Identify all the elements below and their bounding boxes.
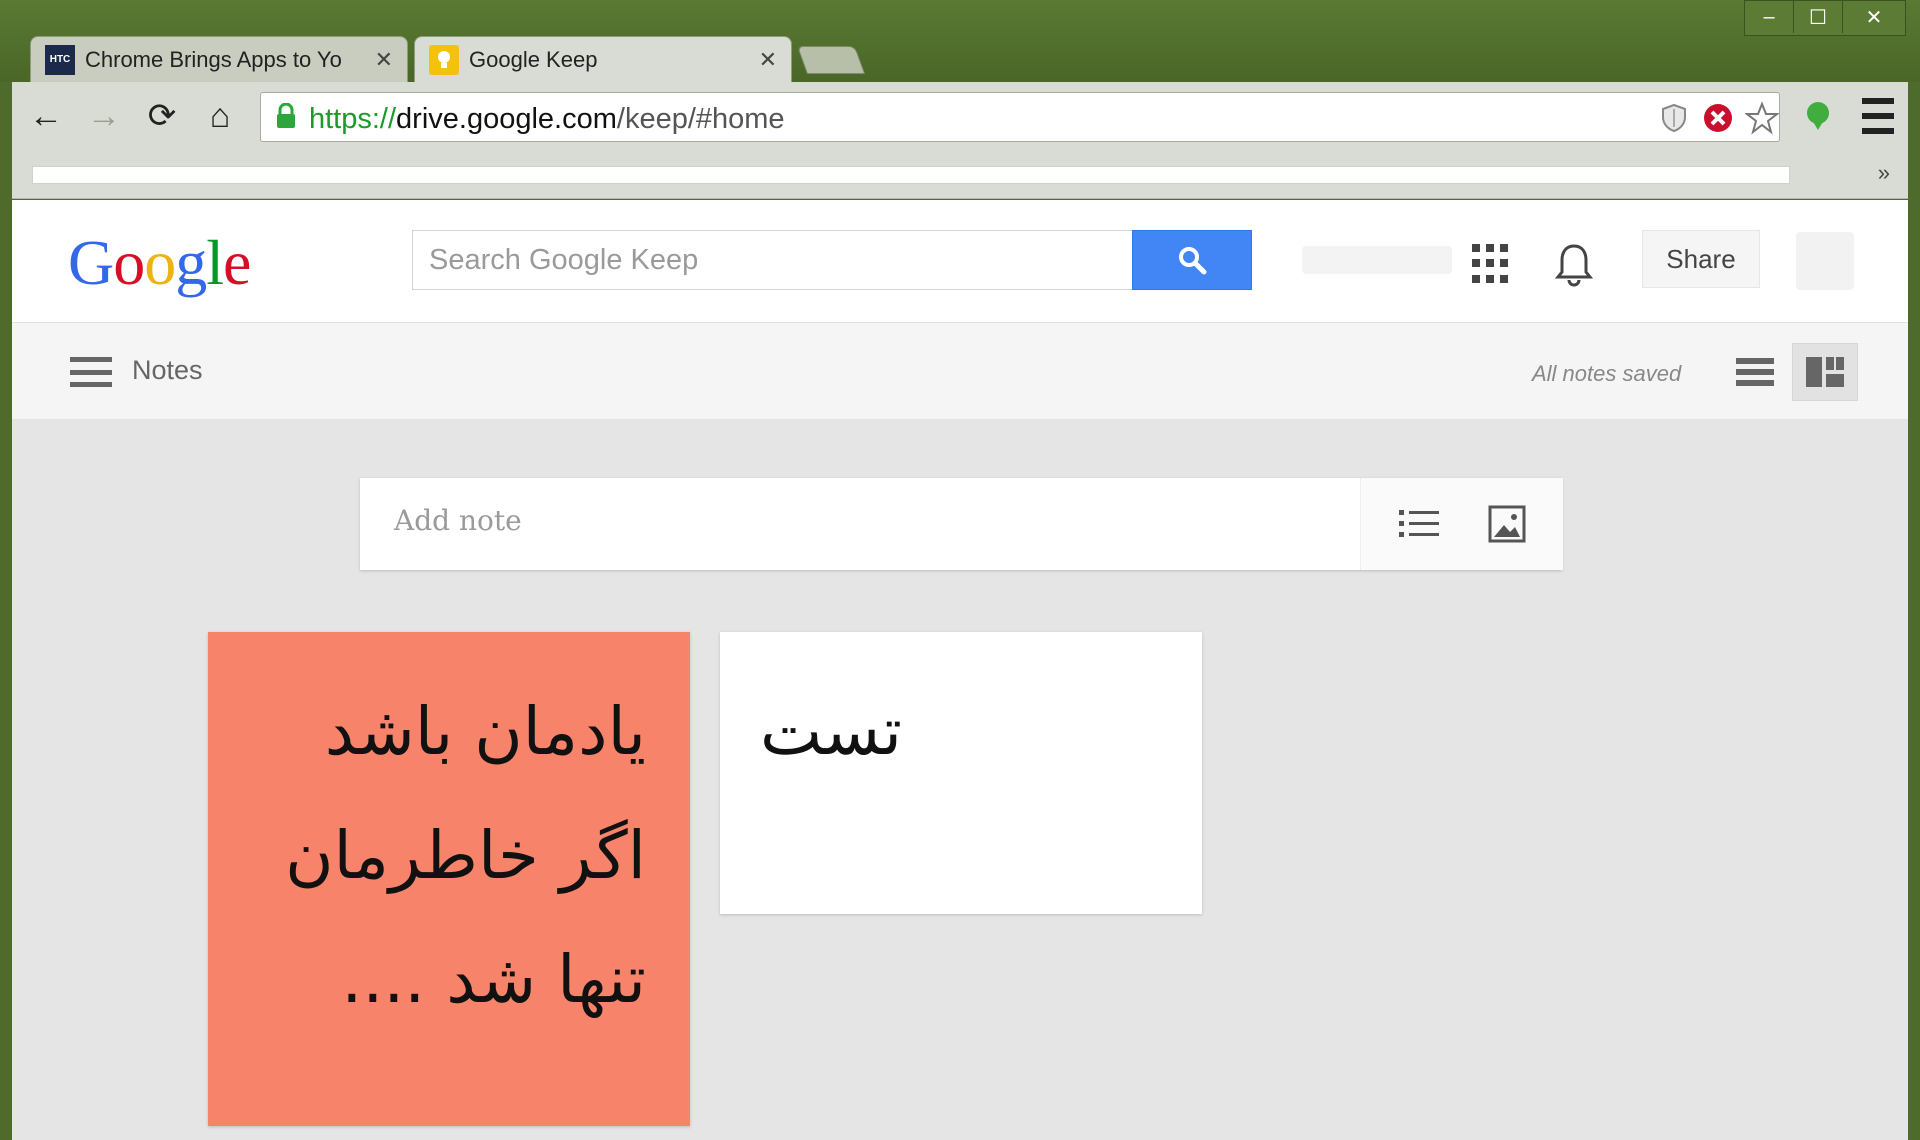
tab-title: Chrome Brings Apps to Yo [85,46,342,72]
save-status: All notes saved [1532,361,1682,386]
search-button[interactable] [1132,230,1252,290]
maximize-button[interactable]: ☐ [1793,1,1842,33]
window-controls: – ☐ ✕ [1744,0,1906,36]
browser-toolbar: ← → ⟳ ⌂ https://drive.google.com/keep/#h… [12,82,1908,152]
add-note-box[interactable]: Add note [360,478,1563,570]
extension-pin-icon[interactable] [1802,100,1834,132]
add-note-placeholder: Add note [394,504,522,537]
add-note-tools [1360,478,1563,570]
home-icon[interactable]: ⌂ [198,94,242,138]
grid-view-icon [1806,357,1844,387]
tab-htc[interactable]: HTC Chrome Brings Apps to Yo ✕ [30,36,408,82]
logo-letter: o [144,227,176,298]
section-title: Notes [132,355,203,385]
minimize-button[interactable]: – [1745,1,1793,33]
keep-page: Google Share Notes All notes saved [12,200,1908,1140]
forward-arrow-icon[interactable]: → [82,94,126,138]
grid-view-button[interactable] [1792,343,1858,401]
blocked-icon[interactable] [1701,101,1735,135]
shield-icon[interactable] [1657,101,1691,135]
search-input[interactable] [412,230,1132,290]
apps-grid-icon[interactable] [1472,244,1512,284]
keep-favicon-icon [429,44,459,75]
notifications-bell-icon[interactable] [1552,240,1596,288]
tab-close-icon[interactable]: ✕ [375,47,393,73]
account-link[interactable] [1302,246,1452,274]
chrome-menu-icon[interactable] [1862,98,1894,134]
logo-letter: o [113,227,145,298]
new-tab-button[interactable] [796,46,866,74]
new-list-icon[interactable] [1397,504,1441,544]
back-arrow-icon[interactable]: ← [24,94,68,138]
url-text: https://drive.google.com/keep/#home [309,103,785,136]
bookmarks-bar: » [12,152,1908,199]
list-view-button[interactable] [1722,343,1788,401]
main-menu-icon[interactable] [70,357,112,387]
address-bar[interactable]: https://drive.google.com/keep/#home [260,92,1780,142]
bookmarks-strip [32,166,1790,184]
list-view-icon [1736,358,1774,386]
search-icon [1179,247,1207,275]
note-text: تست [759,693,902,770]
url-host: drive.google.com [396,103,617,135]
tab-title: Google Keep [469,46,598,72]
share-button[interactable]: Share [1642,230,1760,288]
note-text: یادمان باشد اگر خاطرمان تنها شد .... [285,693,646,1018]
window-titlebar: – ☐ ✕ HTC Chrome Brings Apps to Yo ✕ Goo… [0,0,1920,82]
add-image-icon[interactable] [1485,504,1529,544]
google-logo[interactable]: Google [68,226,251,300]
tab-google-keep[interactable]: Google Keep ✕ [414,36,792,82]
avatar[interactable] [1796,232,1854,290]
close-window-button[interactable]: ✕ [1842,1,1905,33]
logo-letter: l [206,227,224,298]
lock-icon [277,103,295,128]
search-box [412,230,1252,290]
reload-icon[interactable]: ⟳ [140,94,184,138]
tab-close-icon[interactable]: ✕ [759,47,777,73]
keep-subbar: Notes All notes saved [12,323,1908,420]
bookmark-star-icon[interactable] [1745,101,1779,135]
logo-letter: G [68,227,114,298]
note-card[interactable]: تست [720,632,1202,914]
keep-header: Google Share [12,200,1908,323]
url-path: /keep/#home [616,103,785,135]
note-card[interactable]: یادمان باشد اگر خاطرمان تنها شد .... [208,632,690,1126]
htc-favicon-icon: HTC [45,44,75,75]
url-scheme: https:// [309,103,397,135]
logo-letter: e [223,227,251,298]
logo-letter: g [175,227,207,298]
bookmarks-overflow-icon[interactable]: » [1878,160,1890,186]
